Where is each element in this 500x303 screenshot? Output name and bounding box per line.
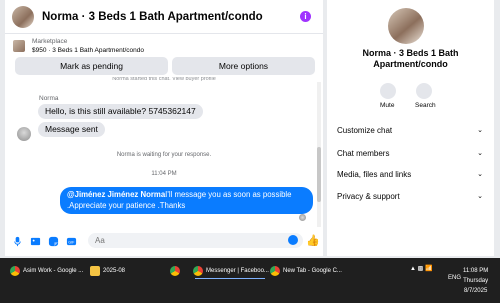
taskbar-item-new-tab[interactable]: New Tab - Google C... (270, 264, 342, 278)
chrome-icon (270, 266, 280, 276)
more-options-button[interactable]: More options (172, 57, 315, 75)
chrome-icon (170, 266, 180, 276)
privacy-support-row[interactable]: Privacy & support ⌄ (337, 192, 487, 201)
taskbar: Asim Work - Google ... 2025-08 Messenger… (0, 258, 500, 303)
message-composer: GIF 👍 (5, 230, 323, 252)
clock-time: 11:08 PM (463, 268, 489, 274)
sender-avatar[interactable] (17, 127, 31, 141)
taskbar-item-folder[interactable]: 2025-08 (90, 264, 125, 278)
chrome-icon (10, 266, 20, 276)
listing-summary[interactable]: Marketplace $950 · 3 Beds 1 Bath Apartme… (5, 35, 323, 56)
mention[interactable]: @Jiménez Jiménez Norma (67, 190, 165, 199)
listing-image[interactable] (388, 8, 424, 44)
media-files-links-row[interactable]: Media, files and links ⌄ (337, 170, 487, 179)
listing-detail: $950 · 3 Beds 1 Bath Apartment/condo (32, 46, 145, 54)
listing-thumbnail (13, 39, 25, 52)
row-label: Privacy & support (337, 192, 400, 201)
taskbar-item-chrome-profile[interactable] (170, 264, 183, 278)
taskbar-label: Asim Work - Google ... (23, 268, 84, 274)
bell-icon[interactable] (380, 83, 396, 99)
message-incoming[interactable]: Message sent (38, 122, 105, 137)
chat-panel: Norma · 3 Beds 1 Bath Apartment/condo i … (5, 0, 323, 256)
chevron-down-icon: ⌄ (477, 171, 483, 178)
chrome-icon (193, 266, 203, 276)
row-label: Customize chat (337, 126, 393, 135)
sticker-icon[interactable] (48, 236, 59, 247)
chevron-down-icon: ⌄ (477, 127, 483, 134)
sender-name: Norma (39, 95, 59, 102)
svg-text:GIF: GIF (68, 240, 75, 244)
clock-date: 8/7/2025 (463, 288, 488, 294)
listing-avatar[interactable] (12, 5, 34, 28)
customize-chat-row[interactable]: Customize chat ⌄ (337, 126, 487, 135)
microphone-icon[interactable] (12, 236, 23, 247)
message-outgoing[interactable]: @Jiménez Jiménez NormaI'll message you a… (60, 187, 313, 214)
mark-as-pending-button[interactable]: Mark as pending (15, 57, 168, 75)
gif-icon[interactable]: GIF (66, 236, 77, 247)
listing-label: Marketplace (32, 37, 68, 45)
chevron-down-icon: ⌄ (477, 150, 483, 157)
message-input[interactable] (88, 233, 303, 248)
search-label: Search (415, 102, 436, 109)
mute-label: Mute (380, 102, 395, 109)
system-clock[interactable]: 11:08 PM Thursday 8/7/2025 (463, 266, 488, 296)
emoji-icon[interactable] (288, 235, 298, 245)
taskbar-label: Messenger | Faceboo... (206, 268, 269, 274)
search-icon[interactable] (416, 83, 432, 99)
taskbar-item-asim-work[interactable]: Asim Work - Google ... (10, 264, 83, 278)
seen-avatar (299, 214, 306, 221)
folder-icon (90, 266, 100, 276)
language-indicator[interactable]: ENG (448, 275, 461, 281)
chat-members-row[interactable]: Chat members ⌄ (337, 149, 487, 158)
taskbar-label: New Tab - Google C... (283, 268, 342, 274)
chat-header: Norma · 3 Beds 1 Bath Apartment/condo i (5, 0, 323, 34)
conversation-info-panel: Norma · 3 Beds 1 Bath Apartment/condo Mu… (327, 0, 494, 256)
row-label: Media, files and links (337, 170, 412, 179)
photo-icon[interactable] (30, 236, 41, 247)
chevron-down-icon: ⌄ (477, 193, 483, 200)
conversation-name: Norma · 3 Beds 1 Bath Apartment/condo (362, 48, 459, 69)
message-timestamp: 11:04 PM (151, 171, 177, 177)
clock-day: Thursday (463, 278, 489, 284)
like-icon[interactable]: 👍 (306, 234, 320, 247)
row-label: Chat members (337, 149, 390, 158)
tray-icons[interactable]: ▲ ▩ 📶 (410, 265, 432, 272)
active-indicator (195, 278, 265, 279)
chat-start-note: Norma started this chat. View buyer prof… (112, 77, 216, 82)
info-icon[interactable]: i (300, 11, 311, 22)
taskbar-item-messenger[interactable]: Messenger | Faceboo... (193, 264, 269, 278)
message-incoming[interactable]: Hello, is this still available? 57453621… (38, 104, 203, 119)
taskbar-label: 2025-08 (103, 268, 126, 274)
chat-title[interactable]: Norma · 3 Beds 1 Bath Apartment/condo (42, 11, 263, 23)
waiting-notice: Norma is waiting for your response. (116, 152, 212, 158)
